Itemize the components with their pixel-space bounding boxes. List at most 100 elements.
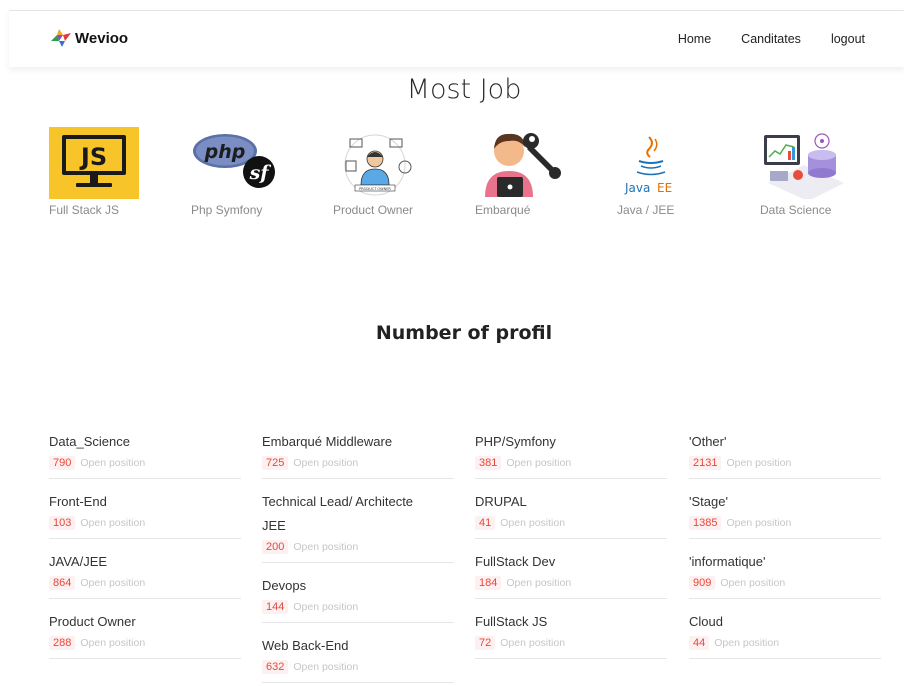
open-position-label: Open position [726, 517, 792, 529]
profil-name: Technical Lead/ Architecte JEE [262, 494, 414, 533]
profil-name: 'Other' [689, 434, 727, 449]
data-science-icon [760, 127, 850, 201]
profil-name: Product Owner [49, 614, 136, 629]
nav-logout-link[interactable]: logout [831, 32, 865, 46]
job-card-php-symfony[interactable]: php sf Php Symfony [191, 127, 281, 217]
profil-name: DRUPAL [475, 494, 527, 509]
profil-item[interactable]: FullStack JS 72 Open position [475, 608, 667, 659]
js-monitor-icon: JS [49, 127, 139, 199]
job-label: Full Stack JS [49, 203, 120, 217]
nav-links: Home Canditates logout [648, 32, 865, 46]
position-count-badge: 72 [475, 636, 496, 650]
profil-item[interactable]: JAVA/JEE 864 Open position [49, 548, 241, 599]
profil-column-1: Data_Science 790 Open position Front-End … [49, 428, 241, 668]
open-position-label: Open position [80, 637, 146, 649]
nav-home-link[interactable]: Home [678, 32, 711, 46]
profil-item[interactable]: 'Other' 2131 Open position [689, 428, 881, 479]
job-label: Data Science [760, 203, 832, 217]
profil-column-2: Embarqué Middleware 725 Open position Tec… [262, 428, 454, 686]
profil-item[interactable]: Product Owner 288 Open position [49, 608, 241, 659]
profil-item[interactable]: Web Back-End 632 Open position [262, 632, 454, 683]
open-position-label: Open position [500, 637, 566, 649]
profil-name: FullStack JS [475, 614, 548, 629]
job-label: Embarqué [475, 203, 531, 217]
open-position-label: Open position [714, 637, 780, 649]
open-position-label: Open position [500, 517, 566, 529]
nav-candidates-link[interactable]: Canditates [741, 32, 801, 46]
profil-name: Front-End [49, 494, 107, 509]
job-label: Product Owner [333, 203, 414, 217]
svg-text:sf: sf [249, 162, 272, 184]
open-position-label: Open position [293, 661, 359, 673]
open-position-label: Open position [506, 457, 572, 469]
profil-item[interactable]: Data_Science 790 Open position [49, 428, 241, 479]
open-position-label: Open position [293, 541, 359, 553]
position-count-badge: 144 [262, 600, 289, 614]
profil-item[interactable]: 'Stage' 1385 Open position [689, 488, 881, 539]
profil-item[interactable]: 'informatique' 909 Open position [689, 548, 881, 599]
open-position-label: Open position [293, 601, 359, 613]
profil-column-3: PHP/Symfony 381 Open position DRUPAL 41 Op… [475, 428, 667, 668]
profil-item[interactable]: FullStack Dev 184 Open position [475, 548, 667, 599]
profil-item[interactable]: DRUPAL 41 Open position [475, 488, 667, 539]
job-card-product-owner[interactable]: PRODUCT OWNER Product Owner [333, 127, 423, 217]
job-card-full-stack-js[interactable]: JS Full Stack JS [49, 127, 139, 217]
number-of-profil-title: Number of profil [375, 322, 553, 344]
svg-text:PRODUCT OWNER: PRODUCT OWNER [359, 187, 391, 191]
profil-name: FullStack Dev [475, 554, 556, 569]
profil-item[interactable]: Embarqué Middleware 725 Open position [262, 428, 454, 479]
most-job-title: Most Job [406, 74, 522, 105]
profil-item[interactable]: PHP/Symfony 381 Open position [475, 428, 667, 479]
engineer-wrench-icon [475, 127, 565, 199]
position-count-badge: 632 [262, 660, 289, 674]
profil-name: PHP/Symfony [475, 434, 556, 449]
position-count-badge: 184 [475, 576, 502, 590]
position-count-badge: 41 [475, 516, 496, 530]
java-ee-icon: Java EE [617, 127, 707, 199]
svg-text:php: php [204, 141, 246, 163]
job-card-embarque[interactable]: Embarqué [475, 127, 565, 217]
open-position-label: Open position [506, 577, 572, 589]
position-count-badge: 909 [689, 576, 716, 590]
profil-item[interactable]: Front-End 103 Open position [49, 488, 241, 539]
position-count-badge: 103 [49, 516, 76, 530]
svg-text:JS: JS [79, 143, 107, 171]
product-owner-icon: PRODUCT OWNER [333, 127, 423, 199]
profil-name: Web Back-End [262, 638, 349, 653]
svg-text:Java: Java [624, 181, 650, 195]
job-label: Java / JEE [617, 203, 675, 217]
position-count-badge: 864 [49, 576, 76, 590]
brand[interactable]: Wevioo [51, 29, 128, 47]
position-count-badge: 1385 [689, 516, 722, 530]
position-count-badge: 288 [49, 636, 76, 650]
open-position-label: Open position [720, 577, 786, 589]
profil-name: Cloud [689, 614, 723, 629]
job-card-java-jee[interactable]: Java EE Java / JEE [617, 127, 707, 217]
profil-name: 'Stage' [689, 494, 728, 509]
position-count-badge: 381 [475, 456, 502, 470]
open-position-label: Open position [726, 457, 792, 469]
svg-text:EE: EE [657, 181, 672, 195]
navbar: Wevioo Home Canditates logout [9, 10, 904, 67]
profil-item[interactable]: Devops 144 Open position [262, 572, 454, 623]
position-count-badge: 44 [689, 636, 710, 650]
profil-column-4: 'Other' 2131 Open position 'Stage' 1385 Op… [689, 428, 881, 668]
position-count-badge: 200 [262, 540, 289, 554]
profil-item[interactable]: Technical Lead/ Architecte JEE 200 Open p… [262, 488, 454, 563]
open-position-label: Open position [80, 457, 146, 469]
wevioo-logo-icon [51, 29, 71, 47]
profil-name: 'informatique' [689, 554, 766, 569]
profil-name: JAVA/JEE [49, 554, 108, 569]
profil-name: Embarqué Middleware [262, 434, 393, 449]
position-count-badge: 2131 [689, 456, 722, 470]
position-count-badge: 790 [49, 456, 76, 470]
php-symfony-icon: php sf [191, 127, 281, 199]
position-count-badge: 725 [262, 456, 289, 470]
profil-item[interactable]: Cloud 44 Open position [689, 608, 881, 659]
brand-name: Wevioo [75, 29, 129, 47]
job-card-data-science[interactable]: Data Science [760, 127, 850, 217]
open-position-label: Open position [80, 577, 146, 589]
profil-name: Data_Science [49, 434, 130, 449]
open-position-label: Open position [80, 517, 146, 529]
job-label: Php Symfony [191, 203, 263, 217]
